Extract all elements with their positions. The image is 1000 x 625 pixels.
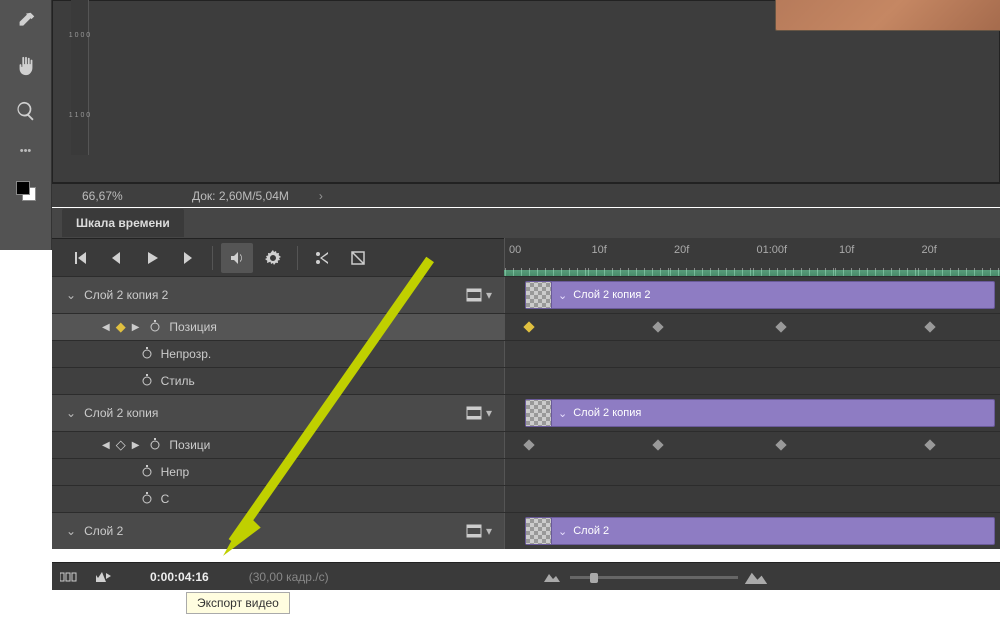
zoom-slider-knob[interactable] xyxy=(590,573,598,583)
prev-frame-button[interactable] xyxy=(100,243,132,273)
transition-button[interactable] xyxy=(342,243,374,273)
timeline-tracks: ⌄ Слой 2 копия 2 ▾ ⌄ Слой 2 копия 2 ◀ ◆ … xyxy=(52,276,1000,549)
property-label: Непр xyxy=(161,465,190,479)
chevron-down-icon[interactable]: ⌄ xyxy=(66,524,76,538)
next-frame-button[interactable] xyxy=(172,243,204,273)
layer-header[interactable]: ⌄ Слой 2 ▾ xyxy=(52,513,504,549)
layer-header[interactable]: ⌄ Слой 2 копия 2 ▾ xyxy=(52,277,504,313)
eyedropper-tool-icon[interactable] xyxy=(15,10,37,37)
zoom-out-icon xyxy=(544,572,560,582)
property-row[interactable]: ◀ ◆ ▶ С xyxy=(52,486,504,512)
stopwatch-icon[interactable] xyxy=(141,347,153,362)
property-row[interactable]: ◀ ◇ ▶ Позици xyxy=(52,432,504,458)
tools-panel: ••• xyxy=(0,0,52,250)
frame-rate[interactable]: (30,00 кадр./c) xyxy=(249,570,329,584)
timecode[interactable]: 0:00:04:16 xyxy=(150,570,209,584)
zoom-level[interactable]: 66,67% xyxy=(52,189,172,203)
keyframe-lane[interactable] xyxy=(504,314,1000,340)
chevron-down-icon[interactable]: ⌄ xyxy=(558,289,567,302)
video-clip[interactable]: ⌄ Слой 2 копия 2 xyxy=(525,281,995,309)
frames-view-icon[interactable] xyxy=(60,570,78,584)
zoom-tool-icon[interactable] xyxy=(15,100,37,127)
vertical-ruler: 1 0 0 01 1 0 0 xyxy=(71,0,89,155)
layer-name: Слой 2 копия xyxy=(84,406,466,420)
timeline-footer: 0:00:04:16 (30,00 кадр./c) xyxy=(52,562,1000,590)
video-clip[interactable]: ⌄ Слой 2 xyxy=(525,517,995,545)
clip-label: Слой 2 xyxy=(573,525,609,537)
layer-options-icon[interactable]: ▾ xyxy=(466,406,492,420)
document-status-bar: 66,67% Док: 2,60M/5,04M › xyxy=(52,183,1000,207)
property-label: С xyxy=(161,492,170,506)
clip-thumbnail xyxy=(526,400,552,426)
keyframe-lane[interactable] xyxy=(504,459,1000,485)
keyframe-icon[interactable] xyxy=(523,439,534,450)
clip-thumbnail xyxy=(526,282,552,308)
property-label: Стиль xyxy=(161,374,195,388)
more-tools-icon[interactable]: ••• xyxy=(20,145,32,157)
video-clip[interactable]: ⌄ Слой 2 копия xyxy=(525,399,995,427)
property-row[interactable]: ◀ ◆ ▶ Непр xyxy=(52,459,504,485)
layer-header[interactable]: ⌄ Слой 2 копия ▾ xyxy=(52,395,504,431)
track-lane[interactable]: ⌄ Слой 2 копия xyxy=(504,395,1000,431)
first-frame-button[interactable] xyxy=(64,243,96,273)
stopwatch-icon[interactable] xyxy=(149,320,161,335)
status-more-icon[interactable]: › xyxy=(319,189,323,203)
property-row[interactable]: ◀ ◆ ▶ Непрозр. xyxy=(52,341,504,367)
zoom-in-icon xyxy=(745,570,767,584)
keyframe-lane[interactable] xyxy=(504,368,1000,394)
property-label: Позиция xyxy=(169,320,216,334)
stopwatch-icon[interactable] xyxy=(141,492,153,507)
play-button[interactable] xyxy=(136,243,168,273)
keyframe-nav[interactable]: ◀ ◇ ▶ xyxy=(102,437,139,453)
stopwatch-icon[interactable] xyxy=(141,465,153,480)
keyframe-lane[interactable] xyxy=(504,432,1000,458)
settings-button[interactable] xyxy=(257,243,289,273)
property-row[interactable]: ◀ ◆ ▶ Позиция xyxy=(52,314,504,340)
layer-options-icon[interactable]: ▾ xyxy=(466,524,492,538)
track-lane[interactable]: ⌄ Слой 2 копия 2 xyxy=(504,277,1000,313)
timeline-zoom-slider[interactable] xyxy=(544,563,764,591)
timeline-tab[interactable]: Шкала времени xyxy=(62,209,184,237)
color-swatch[interactable] xyxy=(16,181,36,201)
chevron-down-icon[interactable]: ⌄ xyxy=(558,407,567,420)
tooltip: Экспорт видео xyxy=(186,592,290,614)
chevron-down-icon[interactable]: ⌄ xyxy=(558,525,567,538)
timeline-panel-header: Шкала времени xyxy=(52,208,1000,238)
canvas-image-fragment xyxy=(775,0,1000,31)
keyframe-icon[interactable] xyxy=(924,321,935,332)
track-lane[interactable]: ⌄ Слой 2 xyxy=(504,513,1000,549)
keyframe-lane[interactable] xyxy=(504,341,1000,367)
hand-tool-icon[interactable] xyxy=(15,55,37,82)
keyframe-icon[interactable] xyxy=(652,321,663,332)
property-row[interactable]: ◀ ◆ ▶ Стиль xyxy=(52,368,504,394)
keyframe-icon[interactable] xyxy=(924,439,935,450)
keyframe-lane[interactable] xyxy=(504,486,1000,512)
property-label: Позици xyxy=(169,438,210,452)
keyframe-icon[interactable] xyxy=(776,321,787,332)
audio-toggle-button[interactable] xyxy=(221,243,253,273)
keyframe-icon[interactable] xyxy=(652,439,663,450)
split-clip-button[interactable] xyxy=(306,243,338,273)
property-label: Непрозр. xyxy=(161,347,212,361)
doc-size: Док: 2,60M/5,04M xyxy=(172,189,289,203)
keyframe-icon[interactable] xyxy=(523,321,534,332)
chevron-down-icon[interactable]: ⌄ xyxy=(66,406,76,420)
clip-thumbnail xyxy=(526,518,552,544)
keyframe-nav[interactable]: ◀ ◆ ▶ xyxy=(102,319,139,335)
document-canvas-area: 1 0 0 01 1 0 0 xyxy=(52,0,1000,183)
stopwatch-icon[interactable] xyxy=(149,438,161,453)
clip-label: Слой 2 копия xyxy=(573,407,641,419)
chevron-down-icon[interactable]: ⌄ xyxy=(66,288,76,302)
layer-name: Слой 2 копия 2 xyxy=(84,288,466,302)
layer-options-icon[interactable]: ▾ xyxy=(466,288,492,302)
layer-name: Слой 2 xyxy=(84,524,466,538)
stopwatch-icon[interactable] xyxy=(141,374,153,389)
clip-label: Слой 2 копия 2 xyxy=(573,289,650,301)
export-video-button[interactable] xyxy=(94,570,112,584)
keyframe-icon[interactable] xyxy=(776,439,787,450)
